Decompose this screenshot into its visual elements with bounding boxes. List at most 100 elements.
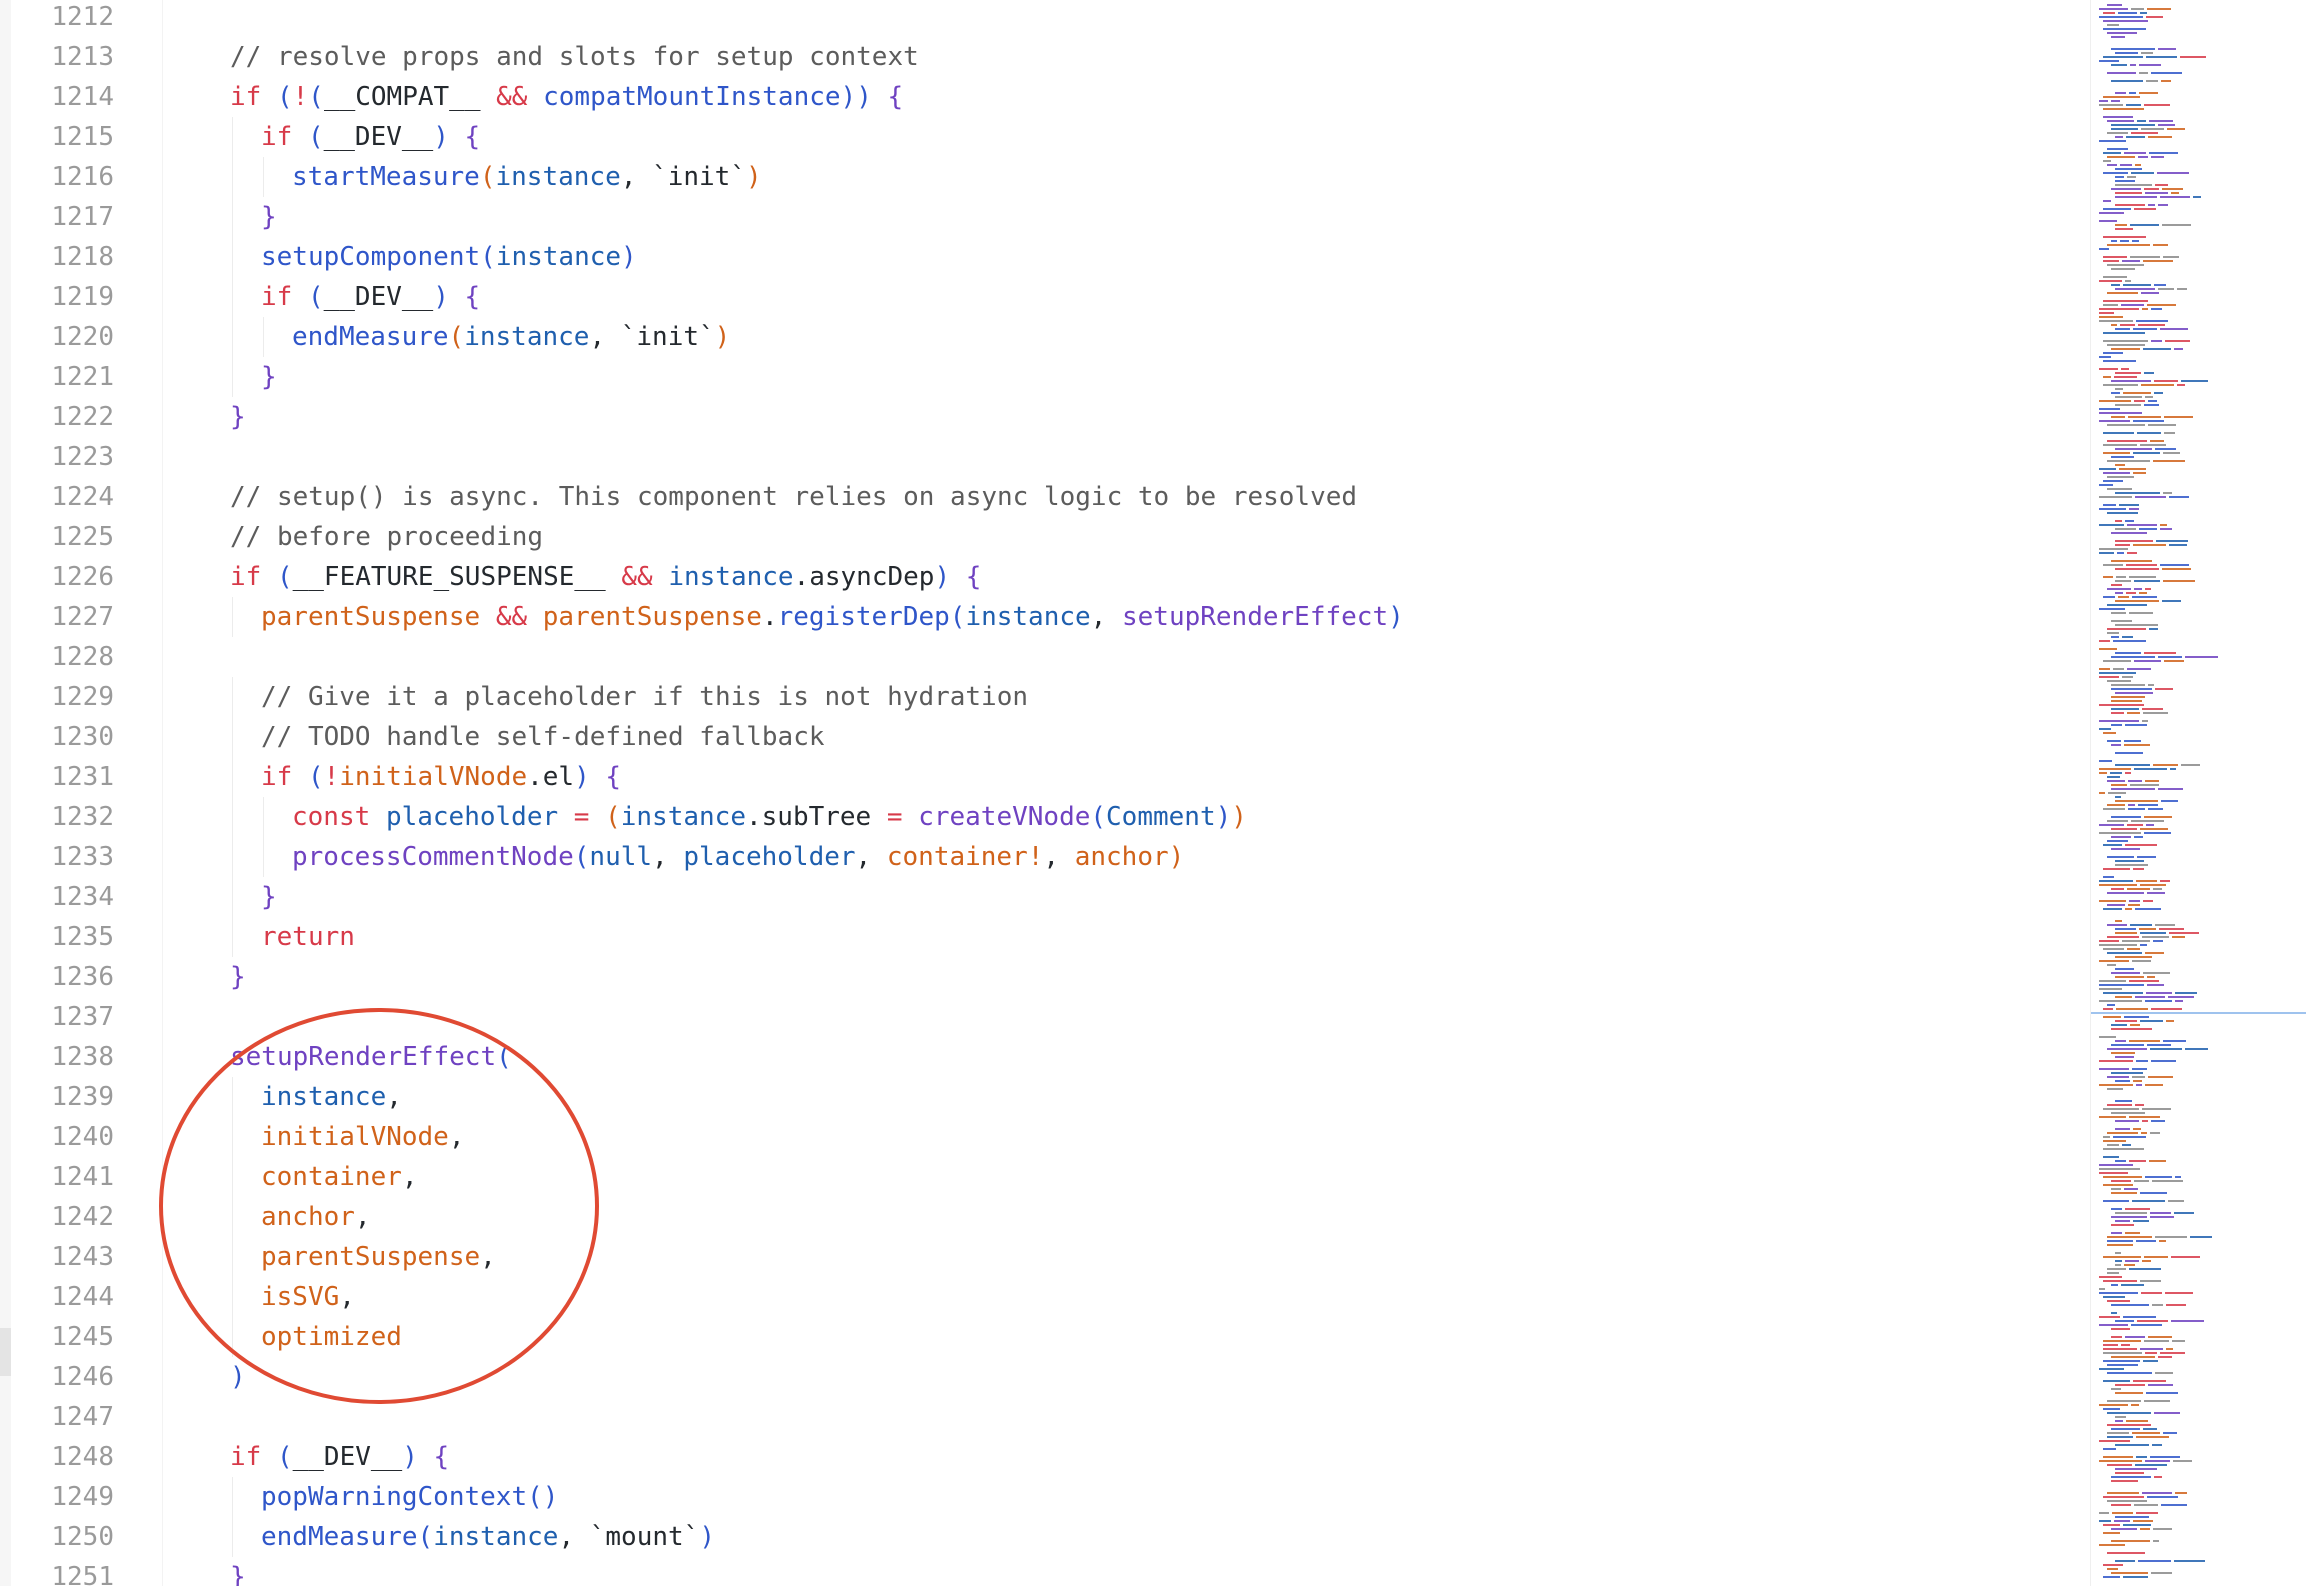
minimap-line (2144, 816, 2172, 818)
code-token: initialVNode (339, 762, 528, 792)
code-line[interactable]: 1216 startMeasure(instance, `init`) (0, 157, 2090, 197)
code-line[interactable]: 1237 (0, 997, 2090, 1037)
code-token: ) (402, 1442, 418, 1472)
indent-guide (232, 1517, 233, 1557)
minimap-line (2107, 924, 2127, 926)
code-line[interactable]: 1248 if (__DEV__) { (0, 1437, 2090, 1477)
indent-guide (232, 1197, 233, 1237)
minimap-line (2163, 1432, 2177, 1434)
code-line[interactable]: 1212 (0, 0, 2090, 37)
code-line[interactable]: 1236} (0, 957, 2090, 997)
code-line[interactable]: 1247 (0, 1397, 2090, 1437)
minimap-line (2107, 1300, 2130, 1302)
minimap-line (2150, 1132, 2160, 1134)
minimap-preview[interactable] (2091, 0, 2306, 1586)
code-token: { (605, 762, 622, 792)
code-editor[interactable]: 1212 1213 // resolve props and slots for s… (0, 0, 2306, 1586)
minimap-line (2173, 1460, 2192, 1462)
code-line[interactable]: 1225 // before proceeding (0, 517, 2090, 557)
code-line[interactable]: 1222} (0, 397, 2090, 437)
minimap-line (2127, 824, 2143, 826)
indent-guide (232, 1117, 233, 1157)
code-token: ( (480, 242, 496, 272)
minimap-line (2153, 1528, 2172, 1530)
minimap-line (2103, 1136, 2110, 1138)
minimap-line (2103, 1256, 2141, 1258)
minimap-line (2099, 496, 2132, 498)
minimap-line (2111, 1188, 2121, 1190)
code-line[interactable]: 1238 setupRenderEffect( (0, 1037, 2090, 1077)
code-line[interactable]: 1251} (0, 1557, 2090, 1586)
minimap-line (2115, 180, 2135, 182)
code-line[interactable]: 1250 endMeasure(instance, `mount`) (0, 1517, 2090, 1557)
minimap-line (2150, 1456, 2180, 1458)
code-line[interactable]: 1244 isSVG, (0, 1277, 2090, 1317)
minimap-line (2103, 300, 2148, 302)
minimap-line (2116, 1008, 2148, 1010)
minimap[interactable] (2090, 0, 2306, 1586)
minimap-line (2162, 568, 2191, 570)
code-area[interactable]: 1212 1213 // resolve props and slots for s… (0, 0, 2090, 1586)
minimap-line (2103, 1280, 2137, 1282)
minimap-line (2128, 416, 2161, 418)
minimap-line (2107, 292, 2138, 294)
code-line[interactable]: 1217} (0, 197, 2090, 237)
code-line[interactable]: 1227 parentSuspense && parentSuspense.reg… (0, 597, 2090, 637)
minimap-line (2123, 1524, 2151, 1526)
minimap-line (2111, 560, 2152, 562)
code-line[interactable]: 1241 container, (0, 1157, 2090, 1197)
minimap-line (2107, 1400, 2141, 1402)
code-line[interactable]: 1235 return (0, 917, 2090, 957)
code-token: { (887, 82, 904, 112)
code-line[interactable]: 1220 endMeasure(instance, `init`) (0, 317, 2090, 357)
minimap-line (2103, 1148, 2144, 1150)
minimap-line (2111, 784, 2127, 786)
code-line[interactable]: 1218 setupComponent(instance) (0, 237, 2090, 277)
code-token: __DEV__ (323, 122, 434, 152)
code-line[interactable]: 1228 (0, 637, 2090, 677)
code-line[interactable]: 1223 (0, 437, 2090, 477)
code-line[interactable]: 1239 instance, (0, 1077, 2090, 1117)
minimap-line (2115, 1468, 2157, 1470)
code-line[interactable]: 1226 if (__FEATURE_SUSPENSE__ && instance… (0, 557, 2090, 597)
minimap-line (2153, 940, 2163, 942)
code-line[interactable]: 1230 // TODO handle self-defined fallback (0, 717, 2090, 757)
indent-guide (232, 1077, 233, 1117)
code-line[interactable]: 1232 const placeholder = (instance.subTre… (0, 797, 2090, 837)
code-line[interactable]: 1231 if (!initialVNode.el) { (0, 757, 2090, 797)
minimap-line (2124, 1264, 2135, 1266)
code-line[interactable]: 1213 // resolve props and slots for setup… (0, 37, 2090, 77)
code-line[interactable]: 1219 if (__DEV__) { (0, 277, 2090, 317)
code-line[interactable]: 1234} (0, 877, 2090, 917)
code-text: parentSuspense, (261, 1237, 496, 1277)
minimap-line (2103, 116, 2133, 118)
minimap-line (2111, 240, 2117, 242)
minimap-line (2111, 1428, 2140, 1430)
code-line[interactable]: 1233 processCommentNode(null, placeholder… (0, 837, 2090, 877)
code-line[interactable]: 1243 parentSuspense, (0, 1237, 2090, 1277)
code-line[interactable]: 1242 anchor, (0, 1197, 2090, 1237)
code-line[interactable]: 1215 if (__DEV__) { (0, 117, 2090, 157)
minimap-line (2123, 1316, 2156, 1318)
minimap-line (2111, 532, 2147, 534)
minimap-line (2158, 656, 2182, 658)
minimap-line (2111, 684, 2145, 686)
line-number: 1220 (51, 322, 114, 352)
minimap-line (2115, 168, 2142, 170)
code-line[interactable]: 1240 initialVNode, (0, 1117, 2090, 1157)
minimap-line (2141, 1292, 2162, 1294)
minimap-line (2120, 324, 2135, 326)
code-line[interactable]: 1229 // Give it a placeholder if this is … (0, 677, 2090, 717)
code-line[interactable]: 1245 optimized (0, 1317, 2090, 1357)
code-token: if (230, 1442, 262, 1472)
minimap-line (2140, 1348, 2163, 1350)
minimap-line (2103, 1496, 2144, 1498)
code-line[interactable]: 1221} (0, 357, 2090, 397)
code-line[interactable]: 1224 // setup() is async. This component … (0, 477, 2090, 517)
code-line[interactable]: 1246) (0, 1357, 2090, 1397)
code-line[interactable]: 1214 if (!(__COMPAT__ && compatMountInsta… (0, 77, 2090, 117)
minimap-line (2190, 1236, 2212, 1238)
code-line[interactable]: 1249 popWarningContext() (0, 1477, 2090, 1517)
indent-guide (263, 157, 264, 197)
